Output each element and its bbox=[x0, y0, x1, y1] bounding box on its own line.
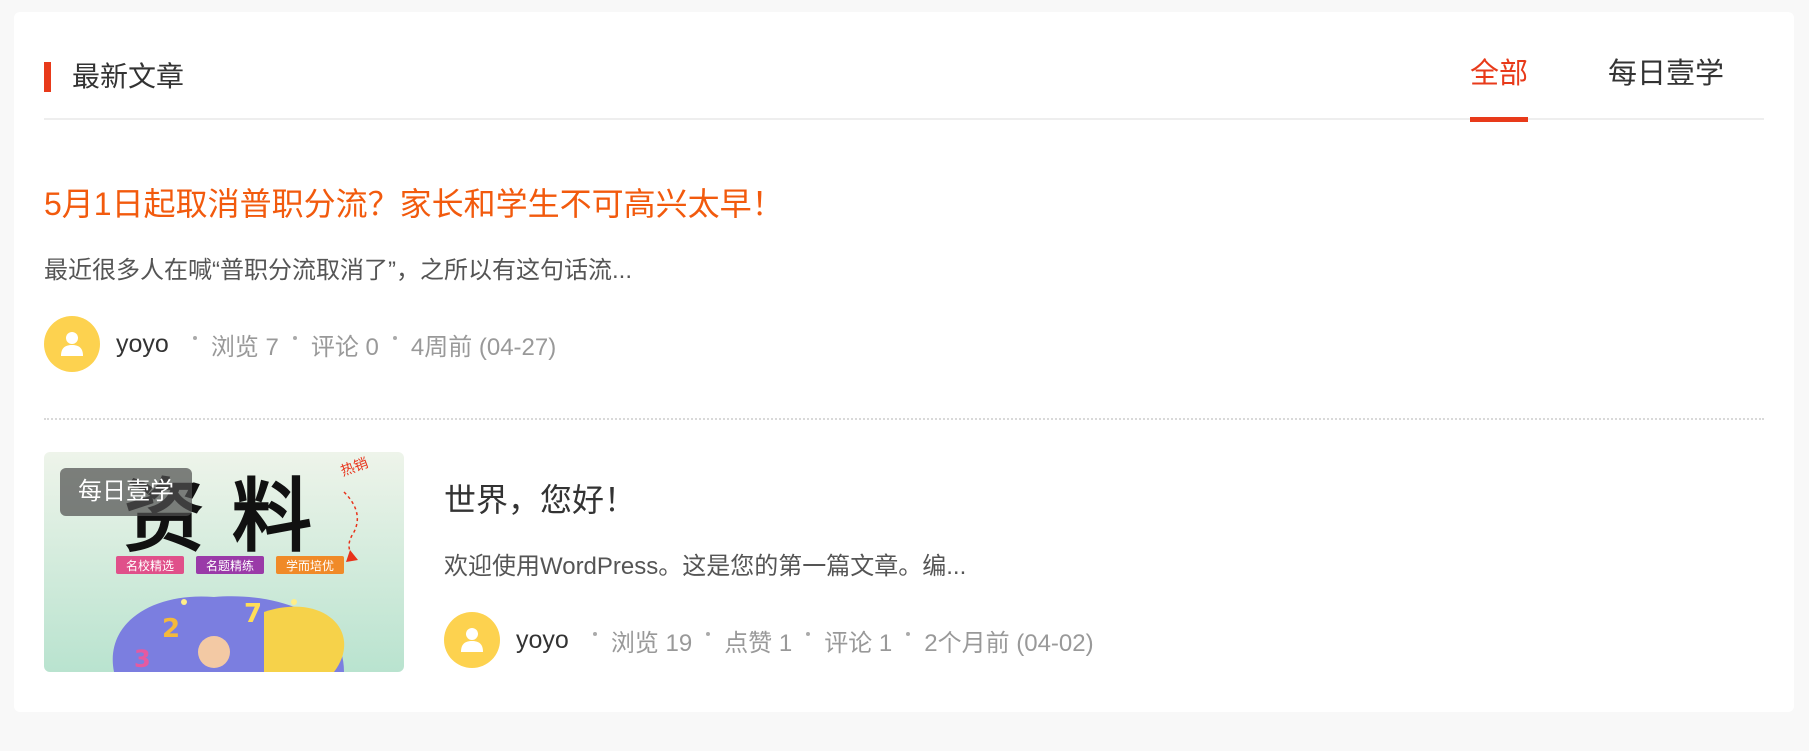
author-name[interactable]: yoyo bbox=[116, 330, 169, 359]
separator-dot bbox=[392, 336, 397, 340]
article-item: 5月1日起取消普职分流？家长和学生不可高兴太早！ 最近很多人在喊“普职分流取消了… bbox=[44, 120, 1764, 420]
svg-text:3: 3 bbox=[134, 645, 151, 672]
tab-all[interactable]: 全部 bbox=[1469, 12, 1528, 122]
section-title: 最新文章 bbox=[44, 62, 184, 92]
article-excerpt: 欢迎使用WordPress。这是您的第一篇文章。编... bbox=[444, 553, 967, 580]
svg-text:7: 7 bbox=[244, 599, 262, 629]
article-title-link[interactable]: 5月1日起取消普职分流？家长和学生不可高兴太早！ bbox=[44, 184, 784, 224]
article-item: 资 料 热销 名校精选 名题精练 学而培优 2 7 3 每日壹学 世界，您好！ … bbox=[44, 452, 1764, 672]
svg-text:2: 2 bbox=[162, 614, 180, 644]
author-name[interactable]: yoyo bbox=[516, 626, 569, 655]
article-thumbnail[interactable]: 资 料 热销 名校精选 名题精练 学而培优 2 7 3 每日壹学 bbox=[44, 452, 404, 672]
article-meta: yoyo 浏览 19 点赞 1 评论 1 2个月前 (04-02) bbox=[444, 612, 1094, 668]
views-count: 浏览 19 bbox=[610, 629, 693, 657]
accent-bar bbox=[44, 62, 51, 92]
article-meta: yoyo 浏览 7 评论 0 4周前 (04-27) bbox=[44, 316, 556, 372]
author-avatar[interactable] bbox=[444, 612, 500, 668]
comments-count: 评论 0 bbox=[310, 333, 379, 361]
comments-count: 评论 1 bbox=[824, 629, 893, 657]
post-date: 2个月前 (04-02) bbox=[924, 629, 1094, 657]
author-avatar[interactable] bbox=[44, 316, 100, 372]
thumbnail-tag: 学而培优 bbox=[286, 558, 334, 573]
separator-dot bbox=[706, 632, 711, 636]
category-tabs: 全部 每日壹学 bbox=[1390, 12, 1724, 122]
thumbnail-tag: 名校精选 bbox=[126, 558, 174, 573]
separator-dot bbox=[806, 632, 811, 636]
tab-daily-study[interactable]: 每日壹学 bbox=[1608, 12, 1724, 120]
separator-dot bbox=[192, 336, 197, 340]
article-excerpt: 最近很多人在喊“普职分流取消了”，之所以有这句话流... bbox=[44, 257, 632, 284]
section-header: 最新文章 全部 每日壹学 bbox=[44, 12, 1764, 122]
separator-dot bbox=[592, 632, 597, 636]
separator-dot bbox=[292, 336, 297, 340]
article-title-link[interactable]: 世界，您好！ bbox=[444, 480, 636, 520]
category-badge[interactable]: 每日壹学 bbox=[60, 468, 192, 516]
thumbnail-tag: 名题精练 bbox=[206, 558, 254, 573]
post-date: 4周前 (04-27) bbox=[410, 333, 557, 361]
likes-count: 点赞 1 bbox=[724, 629, 793, 657]
section-title-text: 最新文章 bbox=[72, 61, 185, 92]
separator-dot bbox=[906, 632, 911, 636]
latest-articles-card: 最新文章 全部 每日壹学 5月1日起取消普职分流？家长和学生不可高兴太早！ 最近… bbox=[14, 12, 1794, 712]
views-count: 浏览 7 bbox=[210, 333, 279, 361]
user-icon bbox=[61, 332, 83, 356]
user-icon bbox=[461, 628, 483, 652]
